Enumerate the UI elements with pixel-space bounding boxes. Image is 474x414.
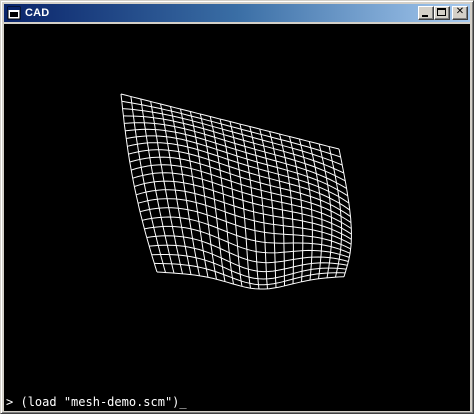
maximize-icon xyxy=(437,8,446,16)
window-controls: ✕ xyxy=(418,6,468,20)
mesh-row-line xyxy=(123,115,345,174)
wireframe-mesh xyxy=(120,93,352,290)
maximize-button[interactable] xyxy=(434,6,450,20)
close-button[interactable]: ✕ xyxy=(452,6,468,20)
mesh-column-line xyxy=(239,123,260,290)
minimize-button[interactable] xyxy=(418,6,434,20)
app-icon xyxy=(7,6,21,20)
window-title: CAD xyxy=(25,7,50,19)
console-prompt: > xyxy=(6,395,14,409)
mesh-column-line xyxy=(120,93,158,273)
console-command: (load "mesh-demo.scm") xyxy=(20,395,180,409)
minimize-icon xyxy=(422,15,428,17)
console-line[interactable]: > (load "mesh-demo.scm")_ xyxy=(6,395,187,409)
cad-window: CAD ✕ > (load "mesh-demo.scm")_ xyxy=(0,0,474,414)
close-icon: ✕ xyxy=(455,6,465,17)
viewport-canvas[interactable]: > (load "mesh-demo.scm")_ xyxy=(4,24,470,411)
console-cursor: _ xyxy=(179,395,187,409)
mesh-row-line xyxy=(131,164,352,224)
title-bar[interactable]: CAD ✕ xyxy=(4,4,470,22)
